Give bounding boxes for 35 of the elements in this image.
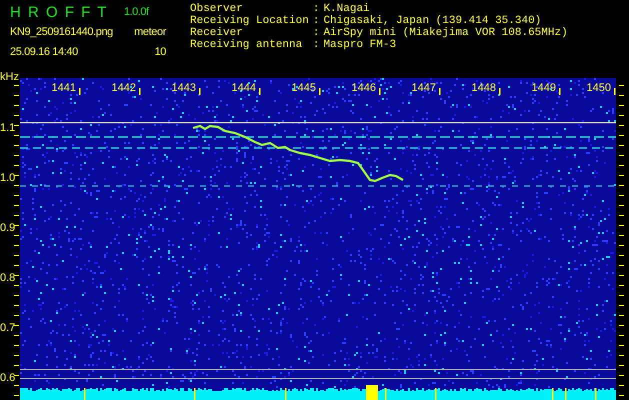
info-separator: : — [312, 3, 320, 15]
mode-label: meteor — [133, 26, 168, 38]
file-name: KN9_2509161440.png — [10, 26, 114, 38]
axis-unit: kHz — [0, 71, 19, 83]
info-separator: : — [312, 39, 320, 51]
y-tick-label: 0.6 — [0, 372, 16, 384]
x-tick-label: 1444 — [232, 82, 256, 94]
y-tick-label: 0.8 — [0, 272, 16, 284]
y-tick-label: 1.1 — [0, 122, 16, 134]
x-tick-label: 1448 — [472, 82, 496, 94]
info-label: Observer — [190, 3, 244, 15]
info-separator: : — [312, 27, 320, 39]
info-separator: : — [312, 15, 320, 27]
app-title: H R O F F T — [10, 4, 109, 20]
x-tick-label: 1447 — [412, 82, 436, 94]
y-tick-label: 0.7 — [0, 322, 16, 334]
info-value: Maspro FM-3 — [323, 39, 398, 51]
count-value: 10 — [154, 46, 167, 58]
x-tick-label: 1445 — [292, 82, 316, 94]
x-tick-label: 1443 — [172, 82, 196, 94]
x-tick-label: 1441 — [52, 82, 76, 94]
info-value: AirSpy mini (Miakejima VOR 108.65MHz) — [323, 27, 568, 39]
x-tick-label: 1442 — [112, 82, 136, 94]
info-value: K.Nagai — [323, 3, 371, 15]
timestamp: 25.09.16 14:40 — [10, 46, 79, 58]
info-value: Chigasaki, Japan (139.414 35.340) — [323, 15, 542, 27]
y-tick-label: 1.0 — [0, 172, 16, 184]
x-tick-label: 1450 — [586, 82, 611, 94]
version-label: 1.0.0f — [124, 6, 150, 18]
x-tick-label: 1446 — [352, 82, 376, 94]
info-label: Receiving antenna — [190, 39, 304, 51]
info-label: Receiving Location — [190, 15, 309, 27]
x-tick-label: 1449 — [532, 82, 556, 94]
y-tick-label: 0.9 — [0, 222, 16, 234]
info-label: Receiver — [190, 27, 244, 39]
